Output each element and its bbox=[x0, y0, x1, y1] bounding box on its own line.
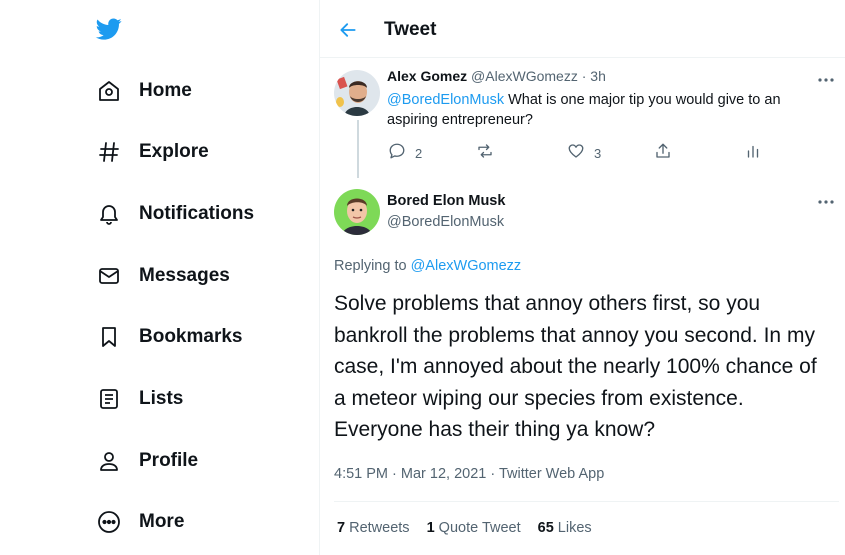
list-icon bbox=[96, 386, 122, 412]
parent-tweet-time[interactable]: 3h bbox=[590, 68, 606, 84]
bookmark-icon bbox=[96, 324, 122, 350]
tweet-timestamp[interactable]: 4:51 PM · Mar 12, 2021 · Twitter Web App bbox=[334, 466, 604, 482]
tweet-detail-column: Tweet Alex Gomez @AlexWGomezz · 3h @Bore… bbox=[319, 0, 845, 555]
replying-to-prefix: Replying to bbox=[334, 258, 411, 274]
quote-tweets-stat[interactable]: 1 Quote Tweet bbox=[427, 520, 521, 536]
parent-tweet-text: @BoredElonMusk What is one major tip you… bbox=[387, 90, 827, 130]
share-icon bbox=[654, 142, 672, 165]
parent-more-icon[interactable] bbox=[816, 72, 836, 88]
nav-label-notifications: Notifications bbox=[139, 203, 255, 224]
parent-tweet-header: Alex Gomez @AlexWGomezz · 3h bbox=[387, 68, 606, 84]
nav-item-profile[interactable]: Profile bbox=[96, 439, 198, 483]
nav-item-explore[interactable]: Explore bbox=[96, 130, 209, 174]
nav-item-bookmarks[interactable]: Bookmarks bbox=[96, 315, 243, 359]
tweet-stats: 7 Retweets 1 Quote Tweet 65 Likes bbox=[337, 520, 609, 536]
nav-label-explore: Explore bbox=[139, 141, 209, 162]
parent-mention-link[interactable]: @BoredElonMusk bbox=[387, 92, 504, 108]
nav-item-home[interactable]: Home bbox=[96, 69, 192, 113]
retweets-count: 7 bbox=[337, 520, 346, 536]
tweet-author-handle[interactable]: @BoredElonMusk bbox=[387, 214, 504, 230]
back-arrow-icon[interactable] bbox=[338, 20, 358, 40]
nav-label-profile: Profile bbox=[139, 450, 199, 471]
reply-button[interactable]: 2 bbox=[388, 143, 422, 163]
nav-item-lists[interactable]: Lists bbox=[96, 377, 183, 421]
analytics-button[interactable] bbox=[744, 143, 762, 163]
divider bbox=[334, 501, 839, 502]
tweet-author-name[interactable]: Bored Elon Musk bbox=[387, 193, 505, 209]
tweet-more-icon[interactable] bbox=[816, 194, 836, 210]
nav-label-messages: Messages bbox=[139, 265, 230, 286]
avatar-alex-gomez[interactable] bbox=[334, 70, 380, 116]
thread-connector-line bbox=[357, 120, 359, 178]
avatar-bored-elon-musk[interactable] bbox=[334, 189, 380, 235]
retweet-icon bbox=[476, 142, 494, 165]
mail-icon bbox=[96, 263, 122, 289]
reply-count: 2 bbox=[415, 145, 423, 161]
replying-to-link[interactable]: @AlexWGomezz bbox=[411, 258, 522, 274]
like-count: 3 bbox=[594, 145, 602, 161]
likes-count: 65 bbox=[537, 520, 554, 536]
nav-item-more[interactable]: More bbox=[96, 500, 184, 544]
retweet-button[interactable] bbox=[476, 143, 503, 163]
parent-author-handle[interactable]: @AlexWGomezz bbox=[471, 68, 578, 84]
parent-author-name[interactable]: Alex Gomez bbox=[387, 68, 467, 84]
quote-tweets-label: Quote Tweet bbox=[438, 520, 521, 536]
retweets-stat[interactable]: 7 Retweets bbox=[337, 520, 410, 536]
heart-icon bbox=[567, 142, 585, 165]
page-title: Tweet bbox=[384, 19, 437, 40]
nav-label-home: Home bbox=[139, 80, 192, 101]
analytics-icon bbox=[744, 142, 762, 165]
nav-label-bookmarks: Bookmarks bbox=[139, 326, 243, 347]
hashtag-icon bbox=[96, 139, 122, 165]
person-icon bbox=[96, 448, 122, 474]
bell-icon bbox=[96, 201, 122, 227]
nav-item-notifications[interactable]: Notifications bbox=[96, 192, 254, 236]
nav-label-more: More bbox=[139, 511, 185, 532]
page-header: Tweet bbox=[320, 0, 845, 58]
replying-to-line: Replying to @AlexWGomezz bbox=[334, 258, 521, 274]
tweet-text: Solve problems that annoy others first, … bbox=[334, 292, 817, 441]
likes-label: Likes bbox=[557, 520, 592, 536]
likes-stat[interactable]: 65 Likes bbox=[538, 520, 592, 536]
nav-label-lists: Lists bbox=[139, 388, 184, 409]
share-button[interactable] bbox=[654, 143, 672, 163]
home-icon bbox=[96, 78, 122, 104]
parent-separator: · bbox=[581, 68, 587, 84]
like-button[interactable]: 3 bbox=[567, 143, 601, 163]
twitter-bird-icon[interactable] bbox=[95, 16, 123, 42]
reply-icon bbox=[388, 142, 406, 165]
quote-tweets-count: 1 bbox=[426, 520, 435, 536]
retweets-label: Retweets bbox=[349, 520, 410, 536]
more-circle-icon bbox=[96, 509, 122, 535]
nav-item-messages[interactable]: Messages bbox=[96, 254, 230, 298]
sidebar-nav: Home Explore Notifications Messages Book… bbox=[0, 0, 320, 555]
